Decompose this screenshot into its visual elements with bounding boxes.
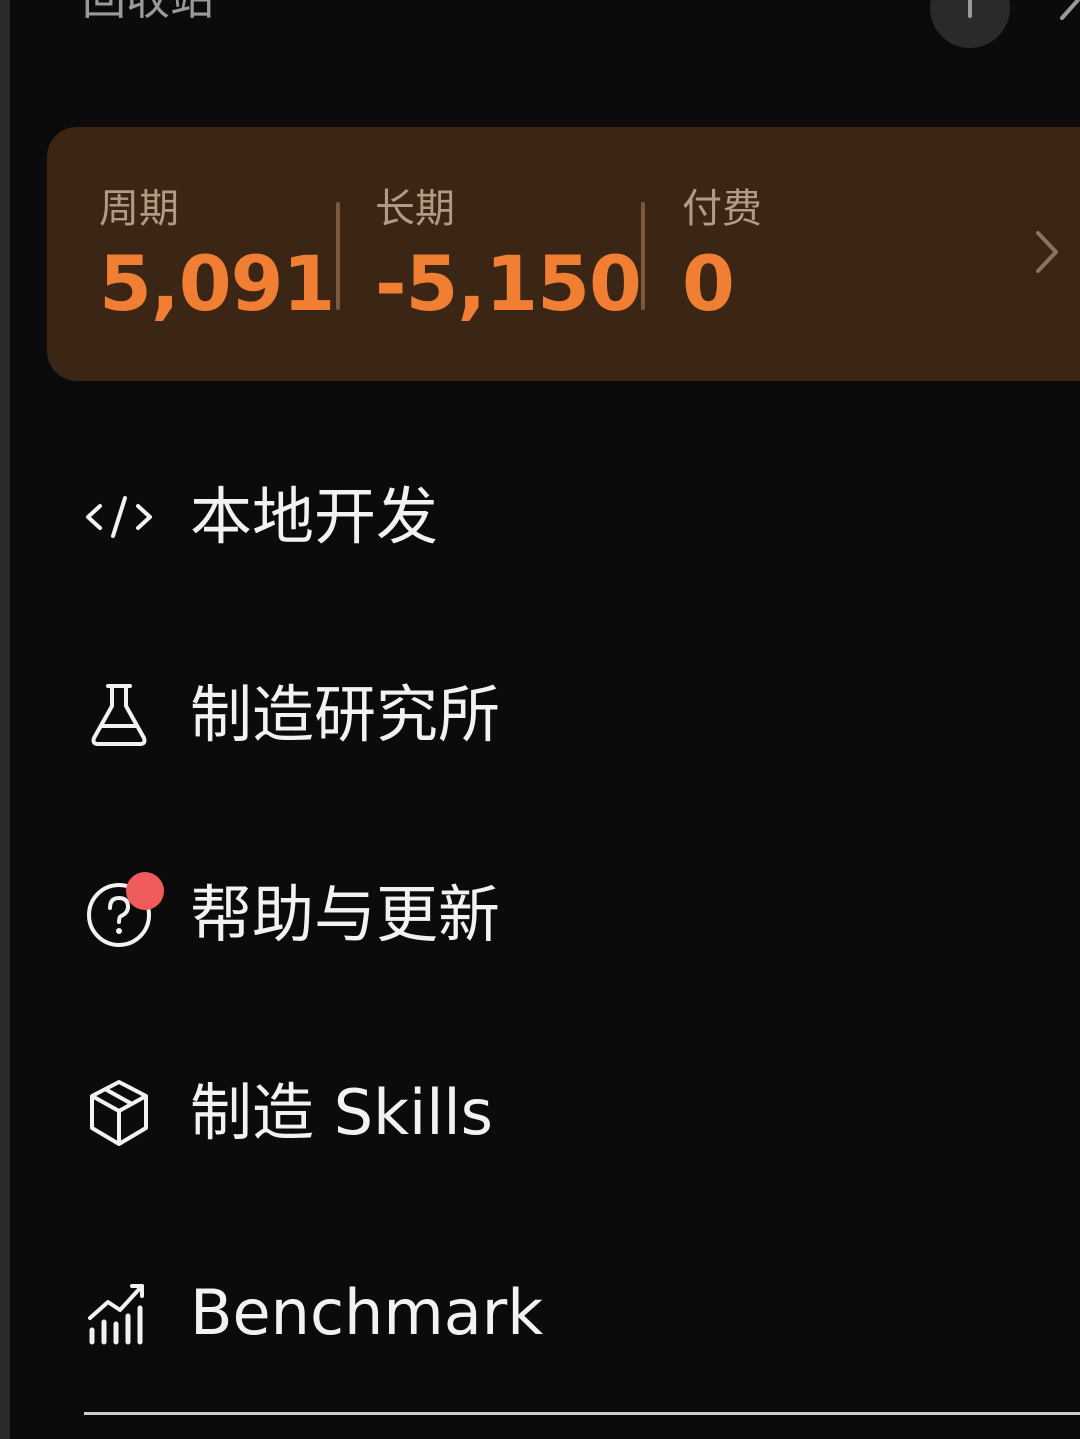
new-button[interactable]	[930, 0, 1010, 48]
quota-divider	[336, 202, 340, 310]
help-icon	[84, 872, 164, 950]
quota-label-cycle: 周期	[99, 186, 179, 232]
menu-item-local-dev[interactable]: 本地开发	[84, 462, 1064, 572]
menu-item-skills[interactable]: 制造 Skills	[84, 1058, 1064, 1168]
flask-icon	[84, 680, 154, 750]
quota-card[interactable]: 周期 5,091 长期 -5,150 付费 0	[47, 127, 1080, 381]
chart-icon	[84, 1278, 154, 1348]
sidebar-top-row: 回收站	[0, 0, 1080, 60]
menu-item-help-updates[interactable]: 帮助与更新	[84, 860, 1064, 970]
menu-label: 制造 Skills	[190, 1076, 493, 1149]
notification-dot	[126, 872, 164, 910]
quota-value-cycle: 5,091	[99, 239, 335, 328]
sidebar-edge	[0, 0, 10, 1439]
quota-value-longterm: -5,150	[375, 239, 642, 328]
quota-value-paid: 0	[682, 239, 735, 328]
menu-item-benchmark[interactable]: Benchmark	[84, 1258, 1064, 1368]
expand-icon[interactable]	[1058, 0, 1080, 24]
divider	[84, 1412, 1080, 1415]
menu-label: 帮助与更新	[190, 878, 501, 951]
quota-label-longterm: 长期	[375, 186, 455, 232]
menu-label: Benchmark	[190, 1276, 544, 1349]
code-icon	[84, 482, 154, 552]
chevron-right-icon	[1036, 231, 1058, 273]
menu-label: 本地开发	[190, 480, 439, 553]
menu-label: 制造研究所	[190, 678, 501, 751]
quota-divider	[641, 202, 645, 310]
menu-item-lab[interactable]: 制造研究所	[84, 660, 1064, 770]
trash-title[interactable]: 回收站	[82, 0, 214, 30]
cube-icon	[84, 1078, 154, 1148]
quota-label-paid: 付费	[682, 186, 762, 232]
